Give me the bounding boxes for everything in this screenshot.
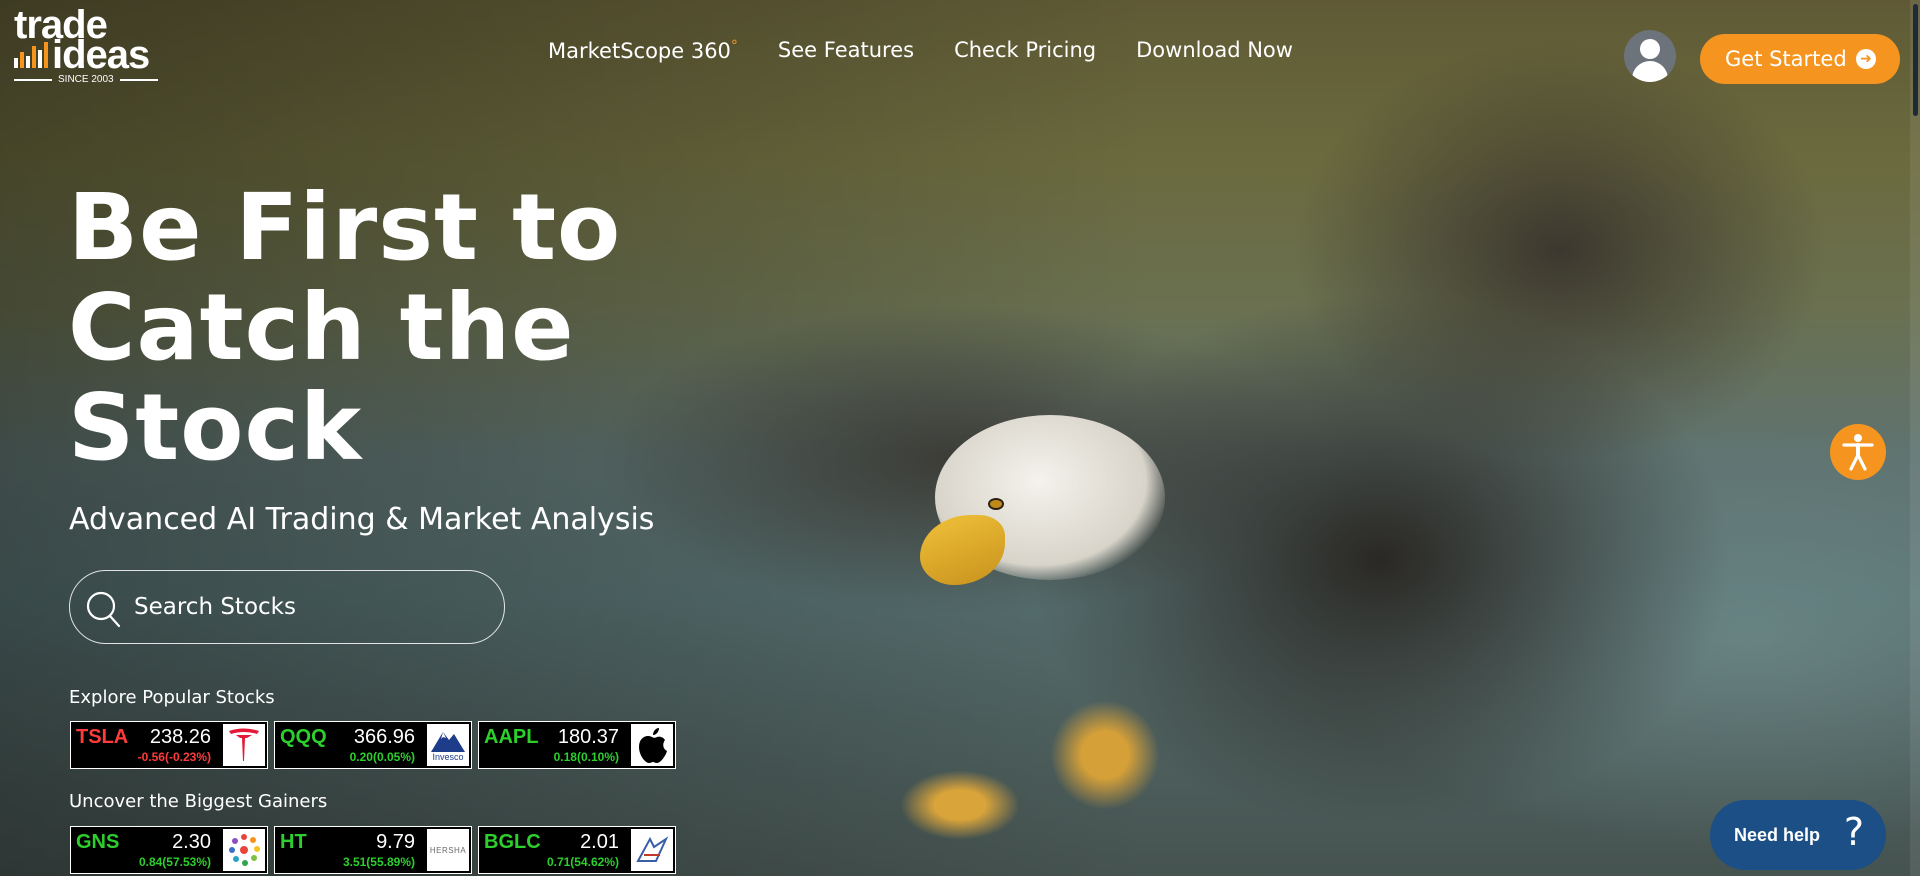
ticker-symbol: BGLC: [484, 831, 541, 853]
ticker-card-bglc[interactable]: BGLC 2.01 0.71(54.62%): [478, 826, 676, 874]
nav-item-check-pricing[interactable]: Check Pricing: [954, 38, 1096, 63]
ticker-price: 2.30: [172, 831, 211, 853]
main-nav: MarketScope 360° See Features Check Pric…: [548, 38, 1293, 63]
hersha-logo-text: HERSHA: [429, 845, 467, 855]
nav-item-marketscope-label: MarketScope 360: [548, 39, 731, 63]
ticker-change: 0.71(54.62%): [546, 855, 619, 869]
ticker-change: 0.18(0.10%): [553, 750, 619, 764]
hero-headline-line-2: Catch the: [68, 274, 575, 381]
user-body-shape: [1632, 61, 1668, 82]
genius-group-logo-icon: [223, 829, 265, 871]
ticker-card-gns[interactable]: GNS 2.30 0.84(57.53%): [70, 826, 268, 874]
nav-item-see-features[interactable]: See Features: [778, 38, 914, 63]
hersha-logo-icon: HERSHA: [427, 829, 469, 871]
apple-logo-icon: [631, 724, 673, 766]
arrow-right-icon: ➜: [1856, 49, 1876, 69]
accessibility-button[interactable]: [1830, 424, 1886, 480]
search-stocks-box[interactable]: [69, 570, 505, 644]
tesla-logo-icon: [223, 724, 265, 766]
ticker-card-ht[interactable]: HT 9.79 3.51(55.89%) HERSHA: [274, 826, 472, 874]
hero-headline: Be First to Catch the Stock: [68, 178, 768, 478]
nav-item-marketscope[interactable]: MarketScope 360°: [548, 38, 738, 63]
ticker-card-tsla[interactable]: TSLA 238.26 -0.56(-0.23%): [70, 721, 268, 769]
hero-headline-line-3: Stock: [68, 374, 363, 481]
search-stocks-input[interactable]: [134, 594, 474, 620]
trade-ideas-logo[interactable]: trade ideas SINCE 2003: [14, 5, 164, 86]
nav-item-download-now[interactable]: Download Now: [1136, 38, 1293, 63]
logo-word-ideas-row: ideas: [14, 33, 164, 77]
bglc-logo-icon: [631, 829, 673, 871]
ticker-price: 9.79: [376, 831, 415, 853]
eagle-beak-image: [920, 515, 1005, 585]
need-help-button[interactable]: Need help ?: [1710, 800, 1886, 870]
popular-stocks-row: TSLA 238.26 -0.56(-0.23%) QQQ 366.96 0.2…: [70, 721, 676, 769]
logo-word-ideas: ideas: [52, 33, 150, 77]
hero-headline-line-1: Be First to: [68, 174, 622, 281]
question-mark-icon: ?: [1843, 810, 1864, 854]
invesco-logo-text: Invesco: [432, 752, 464, 762]
page-scrollbar[interactable]: [1910, 0, 1920, 876]
scrollbar-thumb[interactable]: [1913, 4, 1918, 116]
ticker-card-qqq[interactable]: QQQ 366.96 0.20(0.05%) Invesco: [274, 721, 472, 769]
hero-subtitle: Advanced AI Trading & Market Analysis: [69, 502, 655, 537]
biggest-gainers-row: GNS 2.30 0.84(57.53%) HT 9.79 3.51(55.89…: [70, 826, 676, 874]
ticker-symbol: TSLA: [76, 726, 129, 748]
biggest-gainers-label: Uncover the Biggest Gainers: [69, 791, 328, 812]
search-icon: [86, 591, 121, 628]
popular-stocks-label: Explore Popular Stocks: [69, 687, 275, 708]
ticker-change: 3.51(55.89%): [342, 855, 415, 869]
eagle-eye-image: [988, 498, 1004, 510]
ticker-symbol: HT: [280, 831, 307, 853]
ticker-price: 366.96: [353, 726, 415, 748]
get-started-label: Get Started: [1725, 47, 1847, 71]
nav-item-marketscope-degree: °: [730, 38, 738, 54]
ticker-symbol: QQQ: [280, 726, 327, 748]
ticker-price: 2.01: [580, 831, 619, 853]
user-account-icon[interactable]: [1624, 30, 1676, 82]
ticker-symbol: AAPL: [484, 726, 539, 748]
ticker-change: -0.56(-0.23%): [137, 750, 211, 764]
ticker-change: 0.20(0.05%): [349, 750, 415, 764]
logo-bars-icon: [14, 42, 48, 68]
need-help-label: Need help: [1734, 824, 1821, 845]
accessibility-person-icon: [1842, 434, 1874, 471]
ticker-symbol: GNS: [76, 831, 120, 853]
ticker-card-aapl[interactable]: AAPL 180.37 0.18(0.10%): [478, 721, 676, 769]
ticker-change: 0.84(57.53%): [138, 855, 211, 869]
eagle-talon-right-image: [1050, 700, 1160, 810]
invesco-logo-icon: Invesco: [427, 724, 469, 766]
ticker-price: 180.37: [557, 726, 619, 748]
eagle-talon-left-image: [900, 770, 1020, 840]
ticker-price: 238.26: [149, 726, 211, 748]
user-head-shape: [1640, 39, 1660, 59]
get-started-button[interactable]: Get Started ➜: [1700, 34, 1900, 84]
